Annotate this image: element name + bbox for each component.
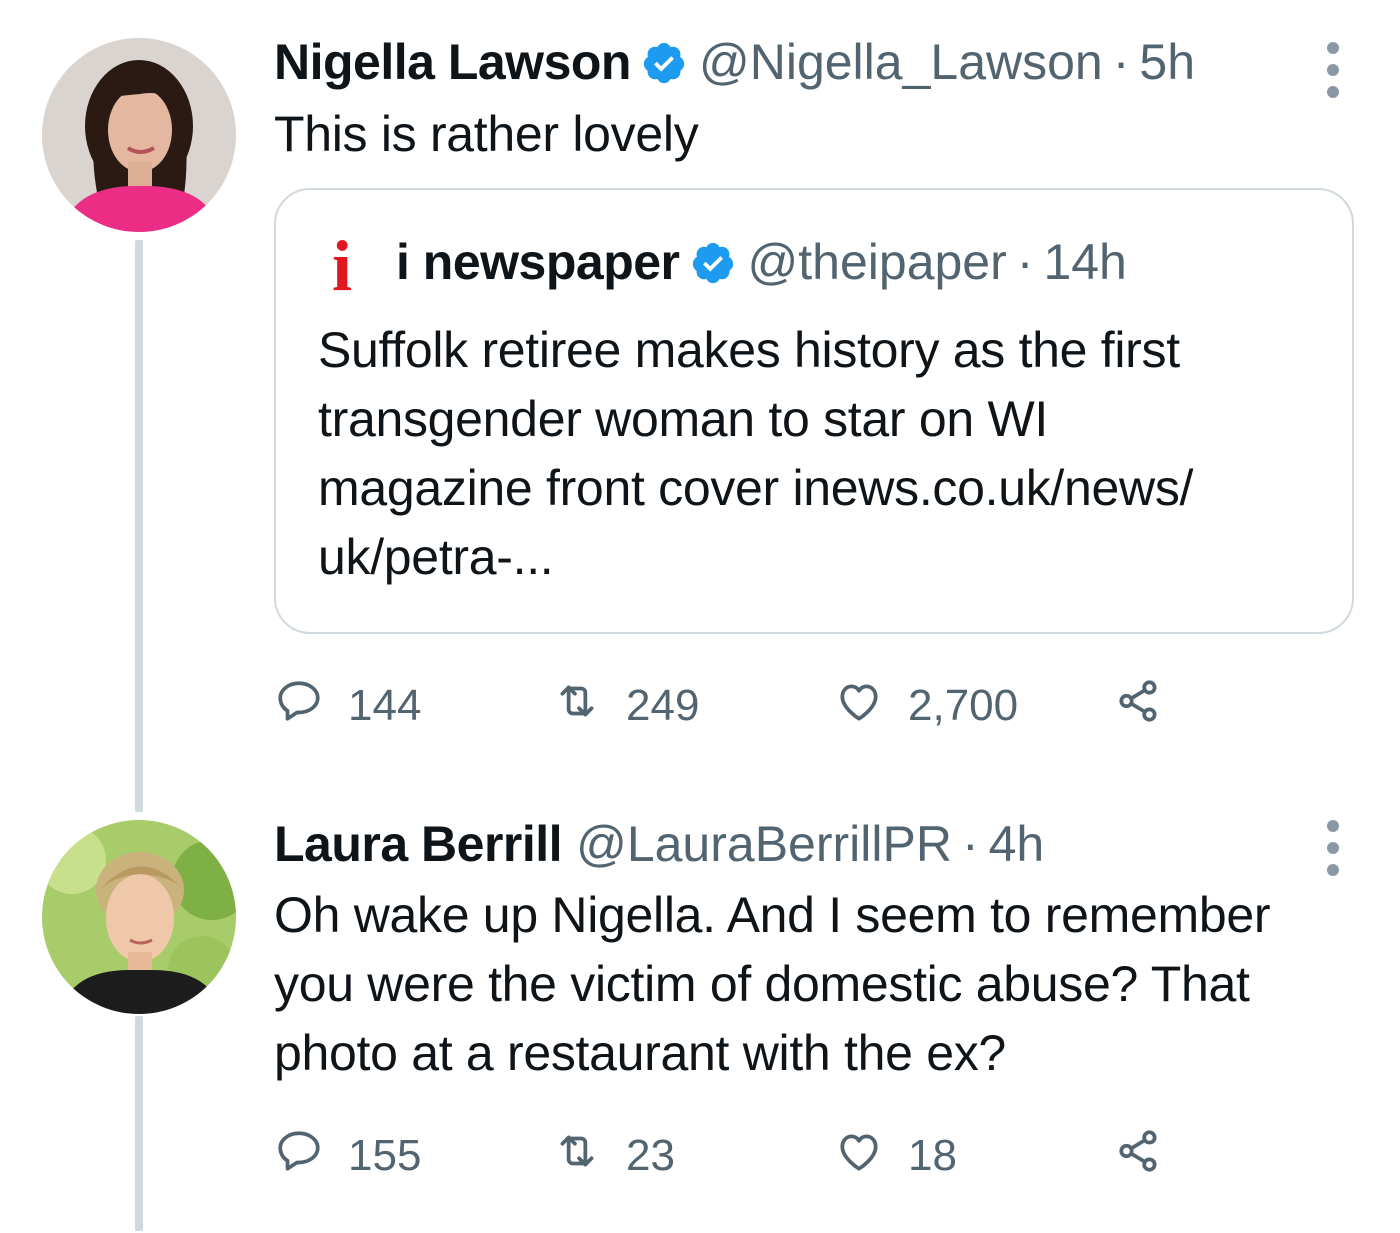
author-handle[interactable]: @Nigella_Lawson (699, 32, 1103, 92)
avatar[interactable] (42, 820, 236, 1014)
tweet[interactable]: Laura Berrill @LauraBerrillPR · 4h Oh wa… (0, 790, 1400, 1233)
tweet[interactable]: Nigella Lawson @Nigella_Lawson · 5h This… (0, 0, 1400, 812)
heart-icon (834, 1126, 884, 1187)
author-name[interactable]: Laura Berrill (274, 814, 563, 874)
tweet-text: Oh wake up Nigella. And I seem to rememb… (274, 881, 1374, 1088)
retweet-count: 23 (626, 1131, 675, 1180)
reply-count: 155 (348, 1131, 422, 1180)
tweet-actions: 144 249 2,700 (274, 676, 1274, 736)
reply-icon (274, 676, 324, 737)
reply-button[interactable]: 144 (274, 676, 421, 736)
like-count: 2,700 (908, 681, 1019, 730)
quoted-text-line: transgender woman to star on WI (318, 391, 1048, 447)
separator-dot: · (1112, 34, 1130, 90)
like-count: 18 (908, 1131, 957, 1180)
quoted-timestamp: 14h (1043, 234, 1127, 290)
quoted-tweet-text: Suffolk retiree makes history as the fir… (318, 316, 1193, 592)
share-icon (1114, 1126, 1164, 1187)
share-icon (1114, 676, 1164, 737)
author-handle[interactable]: @LauraBerrillPR (576, 814, 952, 874)
thread-line (135, 1016, 143, 1231)
verified-badge-icon (641, 39, 687, 85)
quoted-text-line: magazine front cover inews.co.uk/news/ (318, 460, 1194, 516)
separator-dot: · (961, 816, 979, 872)
tweet-text-line: photo at a restaurant with the ex? (274, 1025, 1006, 1081)
share-button[interactable] (1114, 1126, 1164, 1186)
quoted-tweet[interactable]: i i newspaper @theipaper · 14h Suffolk r… (274, 188, 1354, 634)
heart-icon (834, 676, 884, 737)
quoted-author-handle: @theipaper (747, 234, 1007, 290)
tweet-header: Nigella Lawson @Nigella_Lawson · 5h (274, 32, 1195, 92)
tweet-header: Laura Berrill @LauraBerrillPR · 4h (274, 814, 1044, 874)
tweet-timestamp[interactable]: 4h (989, 814, 1045, 874)
avatar[interactable] (42, 38, 236, 232)
retweet-button[interactable]: 23 (552, 1126, 675, 1186)
verified-badge-icon (690, 239, 736, 285)
like-button[interactable]: 18 (834, 1126, 957, 1186)
tweet-text-line: Oh wake up Nigella. And I seem to rememb… (274, 887, 1271, 943)
retweet-icon (552, 1126, 602, 1187)
separator-dot: · (1016, 234, 1034, 290)
share-button[interactable] (1114, 676, 1164, 736)
retweet-icon (552, 676, 602, 737)
like-button[interactable]: 2,700 (834, 676, 1018, 736)
tweet-text-line: you were the victim of domestic abuse? T… (274, 956, 1250, 1012)
more-vertical-icon[interactable] (1326, 820, 1340, 876)
reply-icon (274, 1126, 324, 1187)
tweet-actions: 155 23 18 (274, 1126, 1274, 1186)
i-newspaper-logo: i (332, 226, 353, 306)
thread-line (135, 240, 143, 812)
tweet-timestamp[interactable]: 5h (1139, 32, 1195, 92)
more-vertical-icon[interactable] (1326, 42, 1340, 98)
quoted-author-name: i newspaper (396, 234, 680, 290)
author-name[interactable]: Nigella Lawson (274, 32, 631, 92)
reply-count: 144 (348, 681, 422, 730)
tweet-text: This is rather lovely (274, 106, 699, 162)
quoted-tweet-header: i i newspaper @theipaper · 14h (332, 230, 1127, 302)
reply-button[interactable]: 155 (274, 1126, 421, 1186)
quoted-text-line: uk/petra-... (318, 529, 554, 585)
quoted-text-line: Suffolk retiree makes history as the fir… (318, 322, 1180, 378)
retweet-button[interactable]: 249 (552, 676, 699, 736)
retweet-count: 249 (626, 681, 700, 730)
